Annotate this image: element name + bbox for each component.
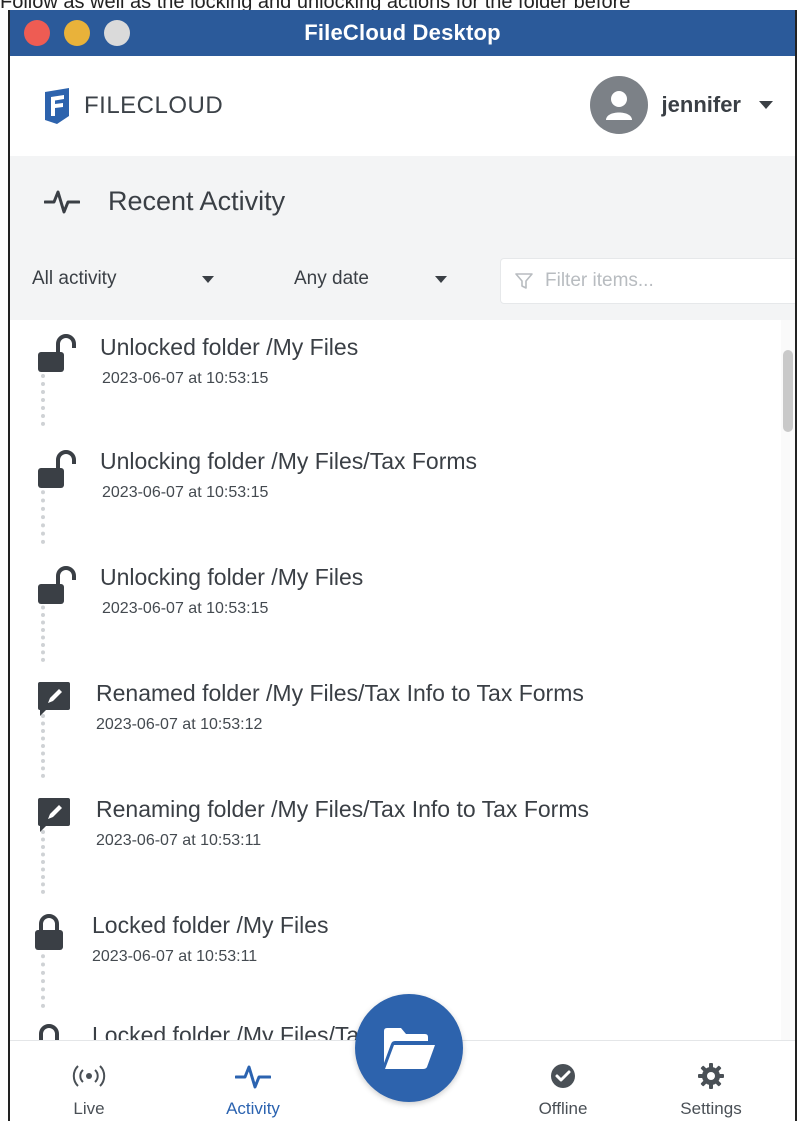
activity-title: Unlocking folder /My Files bbox=[100, 564, 364, 590]
activity-scrollbar[interactable] bbox=[781, 320, 795, 1040]
page-title: Recent Activity bbox=[108, 185, 286, 216]
filecloud-logo-icon bbox=[45, 88, 69, 124]
window-title: FileCloud Desktop bbox=[304, 20, 501, 45]
zoom-window-button[interactable] bbox=[104, 20, 130, 46]
broadcast-icon bbox=[72, 1065, 106, 1087]
app-header: FILECLOUD jennifer bbox=[10, 56, 795, 156]
list-item[interactable]: Renamed folder /My Files/Tax Info to Tax… bbox=[10, 668, 770, 784]
nav-settings-label: Settings bbox=[680, 1099, 742, 1118]
date-range-dropdown[interactable]: Any date bbox=[294, 268, 447, 290]
nav-activity-label: Activity bbox=[226, 1099, 280, 1118]
activity-time: 2023-06-07 at 10:53:12 bbox=[96, 716, 263, 733]
filter-items-input[interactable] bbox=[543, 269, 767, 293]
gear-icon bbox=[698, 1063, 724, 1089]
activity-pulse-icon bbox=[44, 190, 80, 214]
avatar bbox=[589, 76, 648, 134]
filecloud-logo: FILECLOUD bbox=[42, 86, 223, 126]
scrollbar-thumb[interactable] bbox=[783, 350, 793, 432]
nav-live-label: Live bbox=[73, 1099, 105, 1118]
unlock-icon bbox=[38, 450, 76, 488]
activity-pulse-icon bbox=[235, 1065, 271, 1089]
activity-time: 2023-06-07 at 10:53:15 bbox=[102, 370, 269, 387]
nav-live[interactable]: Live bbox=[34, 1061, 144, 1119]
rename-icon bbox=[38, 798, 70, 832]
date-range-value: Any date bbox=[294, 268, 369, 289]
nav-offline-label: Offline bbox=[538, 1099, 588, 1118]
activity-title: Locked folder /My Files bbox=[92, 912, 329, 938]
filter-bar: All activity Any date bbox=[10, 246, 795, 320]
activity-title: Unlocked folder /My Files bbox=[100, 334, 359, 360]
username: jennifer bbox=[661, 92, 741, 117]
activity-type-value: All activity bbox=[32, 268, 117, 289]
nav-settings[interactable]: Settings bbox=[656, 1061, 766, 1119]
unlock-icon bbox=[38, 566, 76, 604]
activity-time: 2023-06-07 at 10:53:11 bbox=[92, 948, 258, 965]
activity-time: 2023-06-07 at 10:53:11 bbox=[96, 832, 262, 849]
list-item[interactable]: Renaming folder /My Files/Tax Info to Ta… bbox=[10, 784, 770, 900]
lock-icon bbox=[39, 1024, 59, 1040]
check-circle-icon bbox=[551, 1064, 575, 1088]
section-header: Recent Activity bbox=[10, 156, 795, 246]
activity-time: 2023-06-07 at 10:53:15 bbox=[102, 600, 269, 617]
folder-open-icon bbox=[384, 1028, 435, 1069]
activity-title: Renaming folder /My Files/Tax Info to Ta… bbox=[96, 796, 589, 822]
list-item[interactable]: Unlocking folder /My Files/Tax Forms 202… bbox=[10, 436, 770, 552]
window-controls bbox=[24, 20, 130, 46]
activity-title: Renamed folder /My Files/Tax Info to Tax… bbox=[96, 680, 584, 706]
title-bar: FileCloud Desktop bbox=[10, 10, 795, 56]
lock-icon bbox=[35, 914, 63, 950]
list-item[interactable]: Unlocked folder /My Files 2023-06-07 at … bbox=[10, 320, 770, 436]
user-menu[interactable]: jennifer bbox=[589, 76, 773, 134]
user-icon bbox=[605, 91, 632, 120]
activity-list: Unlocked folder /My Files 2023-06-07 at … bbox=[10, 320, 790, 1040]
filter-field bbox=[500, 258, 795, 304]
activity-time: 2023-06-07 at 10:53:15 bbox=[102, 484, 269, 501]
logo-text: FILECLOUD bbox=[84, 92, 224, 119]
app-window: FileCloud Desktop FILECLOUD jennifer Rec bbox=[8, 10, 797, 1121]
close-window-button[interactable] bbox=[24, 20, 50, 46]
chevron-down-icon bbox=[202, 275, 215, 283]
nav-activity[interactable]: Activity bbox=[198, 1061, 308, 1119]
chevron-down-icon bbox=[435, 275, 447, 283]
list-item[interactable]: Unlocking folder /My Files 2023-06-07 at… bbox=[10, 552, 770, 668]
filter-icon bbox=[515, 273, 533, 289]
activity-title: Unlocking folder /My Files/Tax Forms bbox=[100, 448, 478, 474]
minimize-window-button[interactable] bbox=[64, 20, 90, 46]
open-folder-button[interactable] bbox=[355, 994, 463, 1102]
activity-type-dropdown[interactable]: All activity bbox=[32, 268, 215, 290]
rename-icon bbox=[38, 682, 70, 716]
unlock-icon bbox=[38, 334, 76, 372]
chevron-down-icon bbox=[759, 101, 773, 109]
nav-offline[interactable]: Offline bbox=[508, 1061, 618, 1119]
